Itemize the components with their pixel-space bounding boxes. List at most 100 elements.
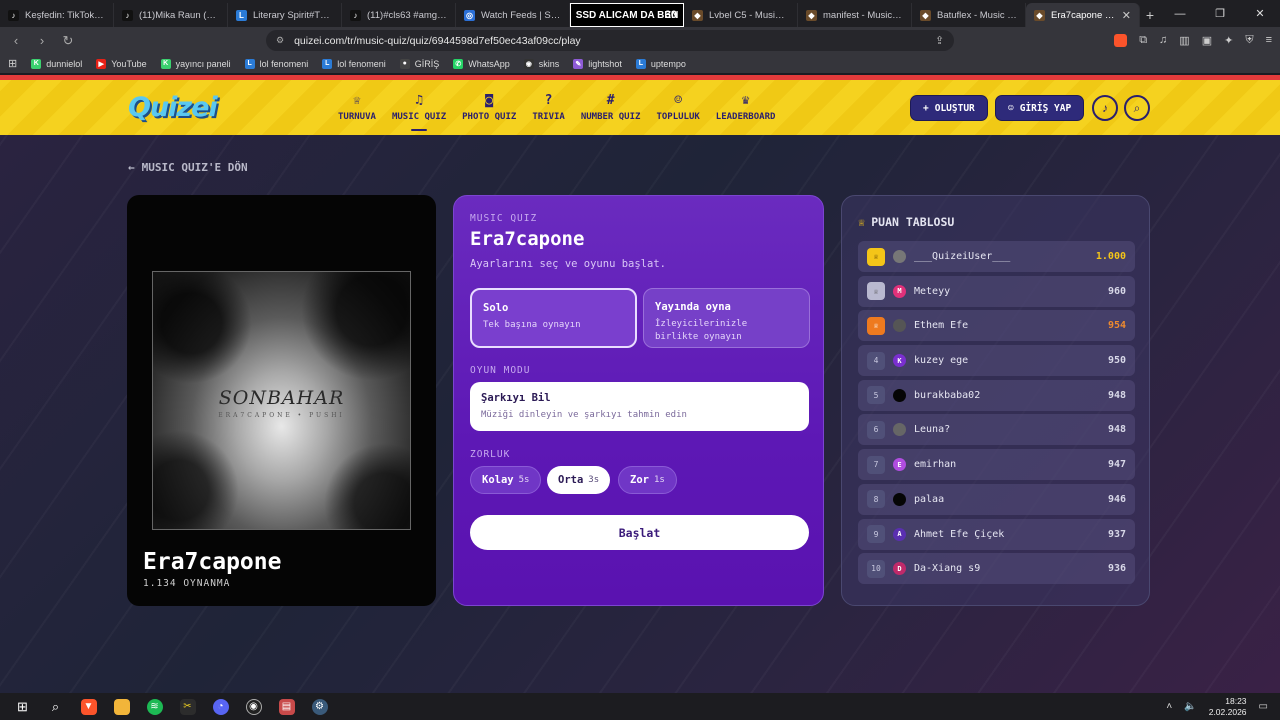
leaderboard-row[interactable]: 8 palaa 946 (858, 483, 1135, 515)
browser-tab[interactable]: L Literary Spirit#TR2 (TR (228, 3, 342, 27)
nav-item-photo-quiz[interactable]: ◙ PHOTO QUIZ (454, 88, 524, 128)
menu-icon[interactable]: ≡ (1266, 34, 1272, 47)
nav-item-turnuva[interactable]: ♕ TURNUVA (330, 88, 384, 128)
site-logo[interactable]: Quizei (128, 92, 218, 123)
os-taskbar: ⊞ ⌕ ▼ ≋ ✂ ◔ ◉ ▤ ⚙ ˄ 🔈 18:23 2.02.2026 ▭ (0, 693, 1280, 720)
bookmark-item[interactable]: Luptempo (635, 58, 686, 69)
tab-title: Keşfedin: TikTok'ta fav (25, 9, 105, 21)
back-link[interactable]: ← MUSIC QUIZ'E DÖN (128, 161, 248, 174)
leaderboard-row[interactable]: ♕ Ethem Efe 954 (858, 310, 1135, 342)
avatar: D (893, 562, 906, 576)
chevron-up-icon[interactable]: ˄ (1166, 701, 1172, 712)
clock-time: 18:23 (1225, 695, 1247, 706)
leaderboard-row[interactable]: 6 Leuna? 948 (858, 414, 1135, 446)
player-name: Ethem Efe (914, 320, 969, 332)
trophy-icon: ♕ (858, 215, 866, 229)
notification-bell-icon[interactable]: ♪ (1092, 95, 1118, 121)
leaderboard-row[interactable]: ♕ M Meteyy 960 (858, 275, 1135, 307)
new-tab-button[interactable]: + (1140, 3, 1160, 27)
browser-tab[interactable]: ◆ Batuflex - Music Quiz (912, 3, 1026, 27)
difficulty-hard-button[interactable]: Zor 1s (618, 466, 677, 494)
share-icon[interactable]: ⇪ (935, 34, 944, 47)
volume-icon[interactable]: 🔈 (1184, 701, 1196, 712)
browser-tab[interactable]: ♪ Keşfedin: TikTok'ta fav (0, 3, 114, 27)
taskbar-app-red[interactable]: ▤ (270, 693, 303, 720)
nav-item-number-quiz[interactable]: # NUMBER QUIZ (573, 88, 649, 128)
reload-icon[interactable]: ↻ (60, 33, 76, 49)
taskbar-discord[interactable]: ◔ (204, 693, 237, 720)
cover-subtitle: ERA7CAPONE • PUSHI (218, 412, 345, 419)
solo-option[interactable]: Solo Tek başına oynayın (470, 288, 637, 348)
extensions-icon[interactable]: ⧉ (1139, 34, 1147, 47)
leaderboard-row[interactable]: 10 D Da-Xiang s9 936 (858, 553, 1135, 585)
leo-icon[interactable]: ✦ (1224, 34, 1233, 47)
taskbar-explorer[interactable] (105, 693, 138, 720)
difficulty-medium-button[interactable]: Orta 3s (547, 466, 611, 494)
bookmark-item[interactable]: ✎ lightshot (573, 58, 622, 69)
bookmark-item[interactable]: ✆ WhatsApp (453, 58, 510, 69)
browser-tab[interactable]: SSD ALICAM DA BEN 30 (570, 3, 684, 27)
taskbar-steam[interactable]: ⚙ (303, 693, 336, 720)
taskbar-search[interactable]: ⌕ (39, 693, 72, 720)
bookmark-item[interactable]: ● GİRİŞ (399, 58, 439, 69)
browser-tab[interactable]: ◆ Era7capone - Music Q ✕ (1026, 3, 1140, 27)
create-button[interactable]: + OLUŞTUR (910, 95, 988, 121)
nav-item-leaderboard[interactable]: ♛ LEADERBOARD (708, 88, 784, 128)
back-icon[interactable]: ‹ (8, 33, 24, 48)
minimize-icon[interactable]: — (1160, 0, 1200, 27)
browser-tab[interactable]: ◆ manifest - Music Quiz (798, 3, 912, 27)
maximize-icon[interactable]: ❐ (1200, 0, 1240, 27)
close-window-icon[interactable]: ✕ (1240, 0, 1280, 27)
tab-title: Batuflex - Music Quiz (937, 9, 1017, 21)
taskbar-spotify[interactable]: ≋ (138, 693, 171, 720)
taskbar-app-clip[interactable]: ✂ (171, 693, 204, 720)
game-mode-option[interactable]: Şarkıyı Bil Müziği dinleyin ve şarkıyı t… (470, 382, 809, 431)
browser-tab[interactable]: ◆ Lvbel C5 - Music Quiz (684, 3, 798, 27)
browser-tab[interactable]: ◎ Watch Feeds | Stream (456, 3, 570, 27)
login-button[interactable]: ☺ GİRİŞ YAP (995, 95, 1085, 121)
apps-icon[interactable]: ⊞ (8, 57, 17, 70)
nav-item-trivia[interactable]: ? TRIVIA (524, 88, 573, 128)
bookmark-item[interactable]: Kdunnielol (31, 58, 82, 69)
bookmark-item[interactable]: Llol fenomeni (322, 58, 386, 69)
bookmark-item[interactable]: Llol fenomeni (244, 58, 308, 69)
clock[interactable]: 18:23 2.02.2026 (1209, 696, 1247, 718)
leaderboard-row[interactable]: 7 Eemirhan 947 (858, 449, 1135, 481)
windows-icon: ⊞ (17, 698, 28, 714)
leaderboard-row[interactable]: 4 Kkuzey ege 950 (858, 345, 1135, 377)
leaderboard-row[interactable]: 5 burakbaba02 948 (858, 379, 1135, 411)
close-tab-icon[interactable]: ✕ (1122, 9, 1131, 22)
start-button[interactable]: ⊞ (6, 693, 39, 720)
music-icon[interactable]: ♫ (1159, 34, 1167, 47)
nav-item-topluluk[interactable]: ☺ TOPLULUK (648, 88, 707, 128)
app-icon: ▤ (278, 698, 295, 715)
url-bar[interactable]: ⚙ quizei.com/tr/music-quiz/quiz/6944598d… (266, 30, 955, 51)
bookmark-icon: L (244, 58, 255, 69)
vpn-icon[interactable]: ⛨ (1245, 34, 1253, 47)
live-option[interactable]: Yayında oyna İzleyicilerinizle birlikte … (643, 288, 810, 348)
difficulty-easy-button[interactable]: Kolay 5s (470, 466, 542, 494)
bookmark-icon: ▶ (96, 58, 107, 69)
nav-item-music-quiz[interactable]: ♫ MUSIC QUIZ (384, 88, 454, 131)
difficulty-medium-label: Orta (558, 474, 584, 486)
bookmark-icon: ✆ (453, 58, 464, 69)
bookmark-item[interactable]: Kyayıncı paneli (160, 58, 231, 69)
taskbar-brave[interactable]: ▼ (72, 693, 105, 720)
notification-icon[interactable]: ▭ (1259, 701, 1268, 712)
bookmark-item[interactable]: ◉ skins (523, 58, 559, 69)
browser-tab[interactable]: ♪ (11)#cls63 #amg #cls6 (342, 3, 456, 27)
search-icon[interactable]: ⌕ (1124, 95, 1150, 121)
start-button[interactable]: Başlat (470, 515, 809, 550)
leaderboard-row[interactable]: 9 A Ahmet Efe Çiçek 937 (858, 518, 1135, 550)
brave-shields-icon[interactable] (1114, 34, 1128, 47)
sidebar-icon[interactable]: ▥ (1179, 34, 1189, 47)
leaderboard-row[interactable]: ♕ ___QuizeiUser___ 1.000 (858, 241, 1135, 272)
browser-tab[interactable]: ♪ (11)Mika Raun (@mika (114, 3, 228, 27)
wallet-icon[interactable]: ▣ (1202, 34, 1212, 47)
cover-title: SONBAHAR (218, 387, 345, 409)
forward-icon[interactable]: › (34, 33, 50, 48)
bookmark-item[interactable]: ▶ YouTube (96, 58, 147, 69)
avatar (893, 423, 906, 437)
taskbar-obs[interactable]: ◉ (237, 693, 270, 720)
site-info-icon[interactable]: ⚙ (276, 35, 284, 46)
